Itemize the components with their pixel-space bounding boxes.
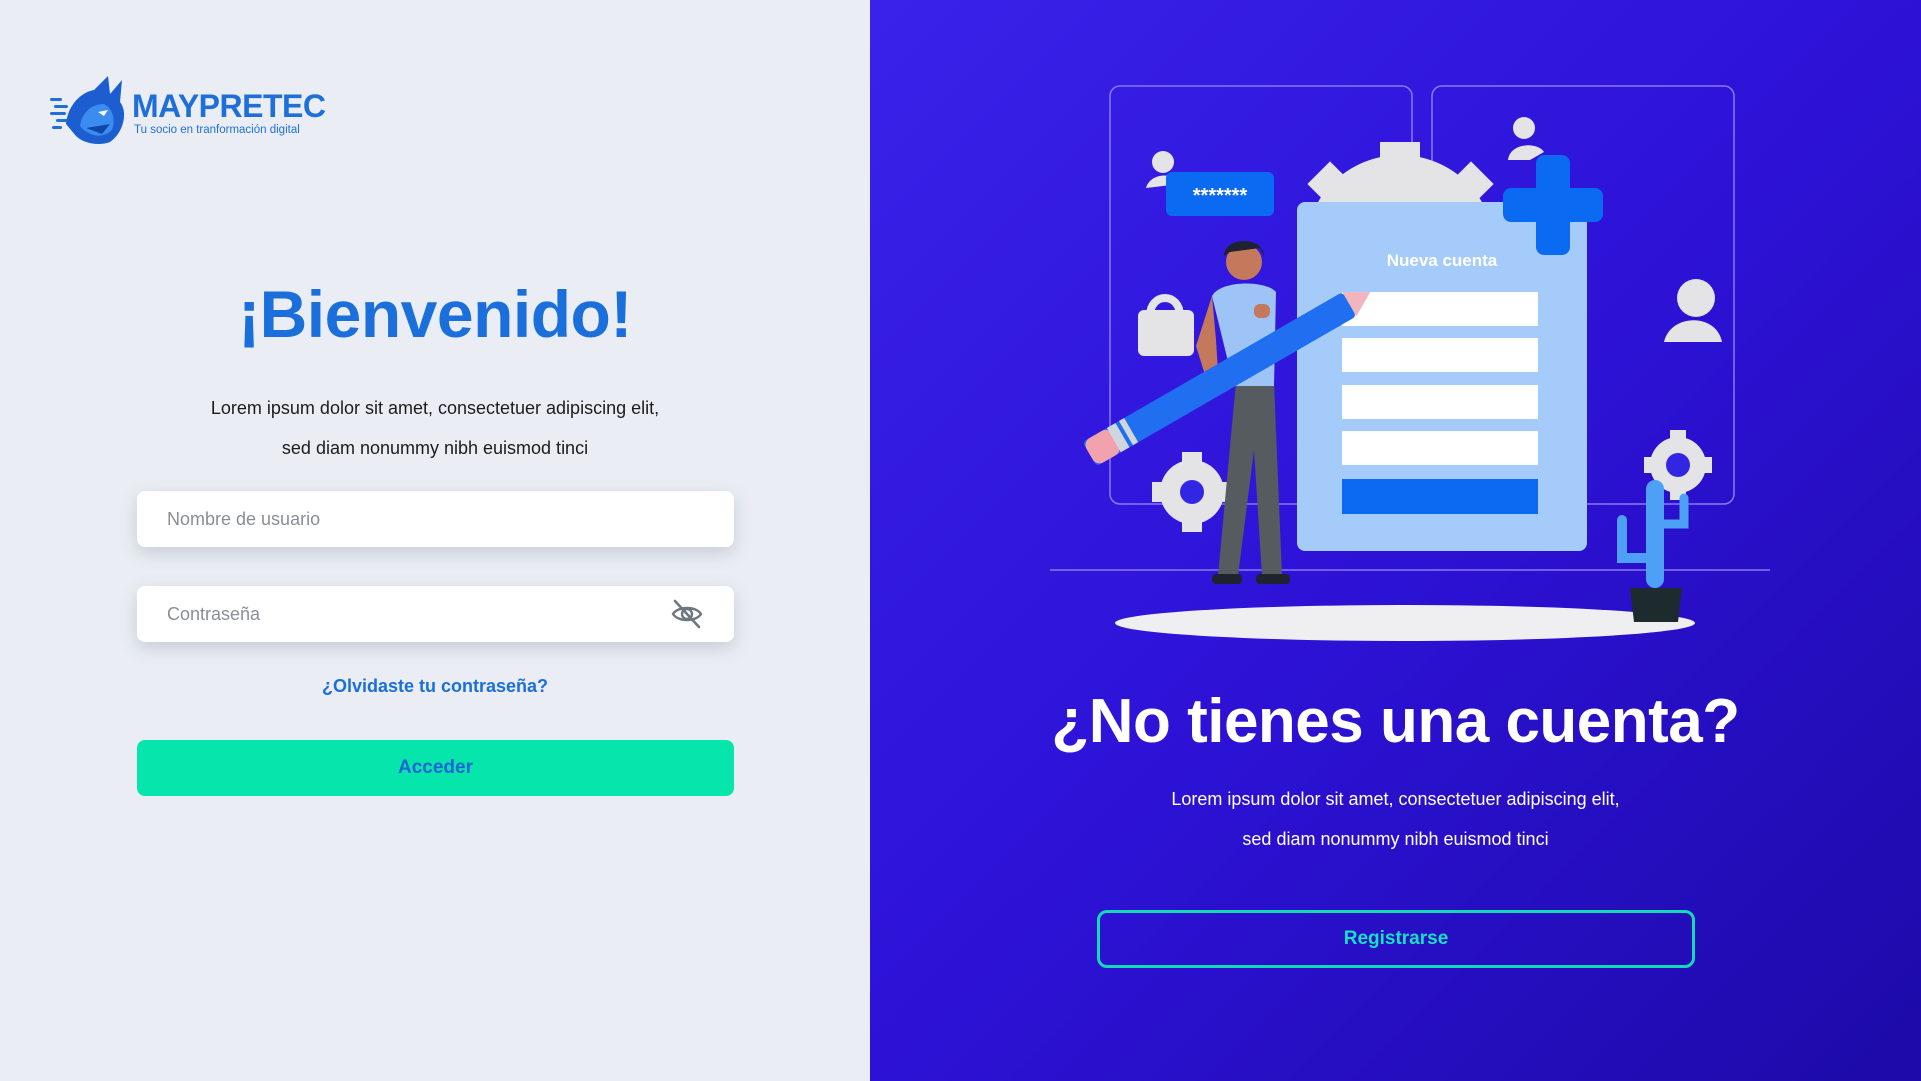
brand-name: MAYPRETEC xyxy=(132,88,326,124)
person-hand xyxy=(1254,304,1270,318)
username-field xyxy=(137,491,734,547)
password-bubble-text: ******* xyxy=(1193,185,1248,207)
login-description: Lorem ipsum dolor sit amet, consectetuer… xyxy=(0,388,870,468)
person-illustration xyxy=(1196,241,1290,584)
register-button[interactable]: Registrarse xyxy=(1097,910,1695,968)
eye-off-icon[interactable] xyxy=(670,597,704,631)
login-page: MAYPRETEC Tu socio en tranformación digi… xyxy=(0,0,1921,1081)
welcome-title: ¡Bienvenido! xyxy=(238,277,632,351)
forgot-password-link[interactable]: ¿Olvidaste tu contraseña? xyxy=(0,676,870,697)
card-submit xyxy=(1342,479,1538,514)
signup-panel: Nueva cuenta ******* ¿No tienes una cuen… xyxy=(870,0,1921,1081)
login-panel: MAYPRETEC Tu socio en tranformación digi… xyxy=(0,0,870,1081)
card-field xyxy=(1342,385,1538,419)
brand-logo[interactable]: MAYPRETEC Tu socio en tranformación digi… xyxy=(50,74,330,146)
login-description-line-1: Lorem ipsum dolor sit amet, consectetuer… xyxy=(210,398,660,418)
signup-description: Lorem ipsum dolor sit amet, consectetuer… xyxy=(870,779,1921,859)
wolf-head-icon xyxy=(50,76,125,144)
ground-shadow xyxy=(1115,605,1695,641)
brand-tagline: Tu socio en tranformación digital xyxy=(134,124,300,136)
login-description-line-2: sed diam nonummy nibh euismod tinci xyxy=(281,438,589,458)
new-account-card-title: Nueva cuenta xyxy=(1387,251,1498,270)
password-input[interactable] xyxy=(167,603,670,625)
card-field xyxy=(1342,338,1538,372)
login-button[interactable]: Acceder xyxy=(137,740,734,796)
signup-description-line-2: sed diam nonummy nibh euismod tinci xyxy=(1242,829,1549,849)
signup-illustration: Nueva cuenta ******* xyxy=(1050,85,1770,641)
lock-icon xyxy=(1138,294,1194,356)
username-input[interactable] xyxy=(167,508,704,530)
card-field xyxy=(1342,431,1538,465)
cactus-icon xyxy=(1617,480,1689,622)
card-field xyxy=(1342,292,1538,326)
password-field xyxy=(137,586,734,642)
signup-title: ¿No tienes una cuenta? xyxy=(1051,687,1740,756)
signup-description-line-1: Lorem ipsum dolor sit amet, consectetuer… xyxy=(1171,789,1620,809)
